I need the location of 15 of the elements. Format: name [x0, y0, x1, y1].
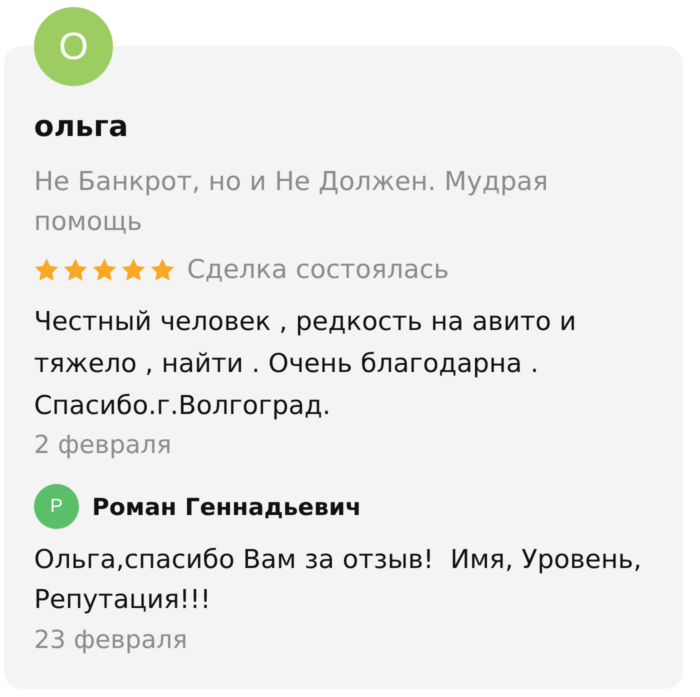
star-icon	[92, 258, 117, 282]
star-icon	[34, 258, 59, 282]
star-icon	[121, 258, 146, 282]
reply-text: Ольга,спасибо Вам за отзыв! Имя, Уровень, Репутация!!!	[34, 544, 643, 617]
listing-title: Не Банкрот, но и Не Должен. Мудрая помощь	[34, 166, 550, 239]
review-date: 2 февраля	[34, 429, 172, 461]
deal-status: Сделка состоялась	[187, 254, 450, 287]
avatar: Р	[34, 484, 79, 529]
reviewer-name: ольга	[34, 108, 128, 145]
reply-date: 23 февраля	[34, 624, 188, 656]
avatar: О	[34, 7, 113, 86]
seller-name: Роман Геннадьевич	[92, 492, 362, 522]
star-icon	[150, 258, 175, 282]
star-icon	[63, 258, 88, 282]
review-text: Честный человек , редкость на авито и тяжело , найти . Очень благодарна . Спасибо.г.Волгоград.	[34, 306, 578, 423]
